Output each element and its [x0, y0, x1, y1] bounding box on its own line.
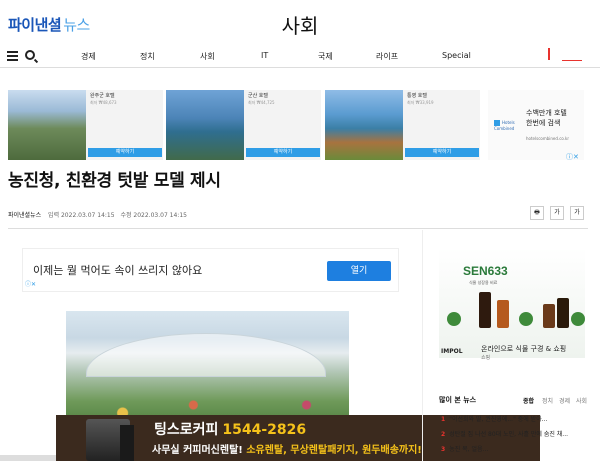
popular-news-title: 많이 본 뉴스 [439, 396, 477, 404]
ad-choices-icon[interactable]: ⓘ✕ [25, 279, 36, 288]
nav-item-economy[interactable]: 경제 [81, 51, 96, 62]
hotel-book-button[interactable]: 예약하기 [88, 148, 162, 157]
hotel-book-button[interactable]: 예약하기 [246, 148, 320, 157]
hotelscombined-line1: 수백만개 호텔 [526, 109, 567, 117]
popular-text: "이선희와 딸, 권진영에..." 중에 받아... [449, 416, 548, 423]
tab-economy[interactable]: 경제 [559, 396, 570, 405]
sidebar-ad-subtext: 쇼핑 [481, 355, 491, 361]
section-title: 사회 [281, 14, 319, 38]
hotel-price: 최저 ₩48,673 [90, 100, 117, 105]
hotel-photo [325, 90, 403, 160]
hotelscombined-logo: Hotels Combined [494, 120, 522, 132]
greenhouse-shape [86, 333, 326, 377]
popular-rank: 3 [441, 446, 446, 453]
font-smaller-button[interactable]: 가 [550, 206, 564, 220]
nav-item-world[interactable]: 국제 [318, 51, 333, 62]
hotel-photo [8, 90, 86, 160]
sidebar-ad-sub: 식물 성장용 비료 [469, 280, 498, 285]
popular-item[interactable]: 1 "이선희와 딸, 권진영에..." 중에 받아... [441, 414, 600, 423]
hotel-card[interactable]: 완주군 호텔 최저 ₩48,673 예약하기 [8, 90, 163, 160]
sidebar-ad-text: 온라인으로 식물 구경 & 쇼핑 [481, 345, 567, 353]
popular-item[interactable]: 3 농진 복, 얼음... [441, 444, 600, 453]
page-gutter [0, 455, 56, 461]
article-meta: 파이낸셜뉴스 입력 2022.03.07 14:15 수정 2022.03.07… [8, 210, 187, 219]
hotel-card[interactable]: 군산 호텔 최저 ₩44,725 예약하기 [166, 90, 321, 160]
sidebar-ad[interactable]: SEN633 식물 성장용 비료 IMPOL 온라인으로 식물 구경 & 쇼핑 … [439, 248, 585, 361]
popular-rank: 1 [441, 416, 446, 423]
coffee-machine-image [120, 425, 134, 461]
hotel-photo [166, 90, 244, 160]
search-icon[interactable] [25, 50, 35, 60]
hotelscombined-line2: 한번에 검색 [526, 119, 561, 127]
menu-icon[interactable] [7, 51, 18, 61]
banner-subline: 사무실 커피머신렌탈! 소유렌탈, 무상렌탈패키지, 원두배송까지! [152, 441, 422, 456]
hotel-price: 최저 ₩33,919 [407, 100, 434, 105]
inline-ad-text: 이제는 뭘 먹어도 속이 쓰리지 않아요 [33, 264, 203, 277]
divider [8, 228, 588, 229]
banner-brand: 팅스로커피 [154, 422, 219, 438]
right-sidebar: SEN633 식물 성장용 비료 IMPOL 온라인으로 식물 구경 & 쇼핑 … [422, 230, 600, 461]
tab-all[interactable]: 종합 [523, 396, 534, 405]
plant-image [447, 312, 461, 326]
inline-ad[interactable]: 이제는 뭘 먹어도 속이 쓰리지 않아요 열기 ⓘ✕ [22, 248, 399, 292]
ad-close-icon[interactable]: ⓘ✕ [566, 152, 579, 162]
main-nav: 경제 정치 사회 IT 국제 라이프 Special [0, 46, 600, 68]
nav-accent-line [562, 60, 582, 61]
product-bottle-image [497, 300, 509, 328]
hotelscombined-text: 수백만개 호텔 한번에 검색 [526, 108, 567, 128]
hotel-ad-row: 완주군 호텔 최저 ₩48,673 예약하기 군산 호텔 최저 ₩44,725 … [8, 90, 584, 160]
nav-item-society[interactable]: 사회 [200, 51, 215, 62]
print-icon[interactable]: 🖶 [530, 206, 544, 220]
site-header: 파이낸셜 뉴스 사회 [0, 0, 600, 46]
plant-image [571, 312, 585, 326]
nav-item-life[interactable]: 라이프 [376, 51, 398, 62]
article-headline: 농진청, 친환경 텃밭 모델 제시 [8, 171, 221, 191]
sidebar-ad-brand: SEN633 [463, 264, 508, 278]
nav-accent-mark [548, 48, 550, 60]
article-modified: 수정 2022.03.07 14:15 [120, 212, 187, 219]
article-published: 입력 2022.03.07 14:15 [48, 212, 115, 219]
banner-headline: 팅스로커피 1544-2826 [154, 419, 306, 439]
plant-image [519, 312, 533, 326]
popular-item[interactable]: 2 성탄절 집 나선 80대 노인, 사흘 만에 숨진 채... [441, 429, 600, 438]
tab-society[interactable]: 사회 [576, 396, 587, 405]
nav-item-politics[interactable]: 정치 [140, 51, 155, 62]
product-bottle-image [543, 304, 555, 328]
font-larger-button[interactable]: 가 [570, 206, 584, 220]
nav-item-it[interactable]: IT [261, 51, 268, 60]
article-source: 파이낸셜뉴스 [8, 212, 42, 219]
popular-text: 농진 복, 얼음... [449, 446, 489, 453]
hotel-card[interactable]: 통영 호텔 최저 ₩33,919 예약하기 [325, 90, 480, 160]
nav-item-special[interactable]: Special [442, 51, 471, 60]
banner-sub-a: 사무실 커피머신렌탈! [152, 445, 243, 456]
hotelscombined-card[interactable]: Hotels Combined 수백만개 호텔 한번에 검색 hotelscom… [488, 90, 584, 160]
hotelscombined-url: hotelscombined.co.kr [526, 136, 570, 141]
product-bottle-image [557, 298, 569, 328]
banner-phone: 1544-2826 [222, 422, 307, 438]
banner-sub-b: 소유렌탈, 무상렌탈패키지, 원두배송까지! [246, 445, 422, 456]
sidebar-ad-company: IMPOL [441, 348, 463, 355]
hotel-price: 최저 ₩44,725 [248, 100, 275, 105]
hotel-book-button[interactable]: 예약하기 [405, 148, 479, 157]
inline-ad-open-button[interactable]: 열기 [327, 261, 391, 281]
popular-text: 성탄절 집 나선 80대 노인, 사흘 만에 숨진 채... [449, 431, 569, 438]
hotel-name: 통영 호텔 [407, 93, 427, 99]
hotel-name: 완주군 호텔 [90, 93, 115, 99]
hotel-name: 군산 호텔 [248, 93, 268, 99]
product-bottle-image [479, 292, 491, 328]
popular-rank: 2 [441, 431, 446, 438]
tab-politics[interactable]: 정치 [542, 396, 553, 405]
